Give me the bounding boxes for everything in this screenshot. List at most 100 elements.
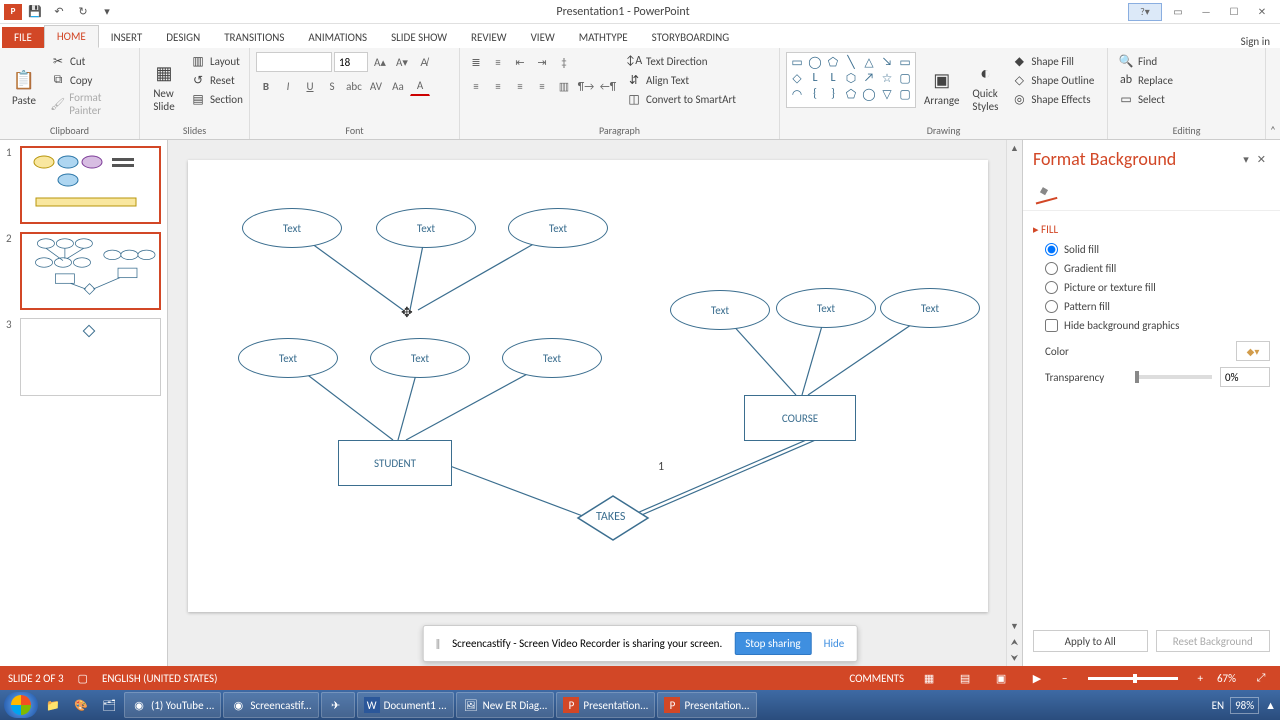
justify-button[interactable]: ≡ xyxy=(532,76,552,96)
font-color-button[interactable]: A xyxy=(410,76,430,96)
attr-oval[interactable]: Text xyxy=(376,208,476,248)
thumbnail-1[interactable] xyxy=(20,146,161,224)
tab-review[interactable]: REVIEW xyxy=(459,27,519,48)
attr-oval[interactable]: Text xyxy=(776,288,876,328)
comments-button[interactable]: COMMENTS xyxy=(849,672,904,685)
rtl-button[interactable]: ←¶ xyxy=(598,76,618,96)
maximize-icon[interactable]: ☐ xyxy=(1222,3,1246,21)
section-button[interactable]: ▤Section xyxy=(186,90,247,108)
tab-storyboarding[interactable]: STORYBOARDING xyxy=(640,27,742,48)
cut-button[interactable]: ✂Cut xyxy=(46,52,133,70)
solid-fill-radio[interactable]: Solid fill xyxy=(1033,240,1270,259)
tab-mathtype[interactable]: MathType xyxy=(567,27,640,48)
attr-oval[interactable]: Text xyxy=(880,288,980,328)
explorer-pinned-icon[interactable]: 📁 xyxy=(40,692,66,718)
hide-banner-button[interactable]: Hide xyxy=(824,637,845,650)
shape-fill-button[interactable]: ◆Shape Fill xyxy=(1007,52,1098,70)
zoom-percent[interactable]: 67% xyxy=(1217,672,1236,685)
pattern-fill-radio[interactable]: Pattern fill xyxy=(1033,297,1270,316)
new-slide-button[interactable]: ▦New Slide xyxy=(146,52,182,122)
zoom-out-icon[interactable]: − xyxy=(1062,672,1067,685)
pane-dropdown-icon[interactable]: ▾ xyxy=(1239,153,1253,166)
convert-smartart-button[interactable]: ◫Convert to SmartArt xyxy=(622,90,740,108)
transparency-spinbox[interactable]: 0% xyxy=(1220,367,1270,387)
attr-oval[interactable]: Text xyxy=(508,208,608,248)
taskbar-word[interactable]: WDocument1 ... xyxy=(357,692,454,718)
undo-icon[interactable]: ↶ xyxy=(48,2,70,22)
help-icon[interactable]: ?▾ xyxy=(1128,3,1162,21)
folder-pinned-icon[interactable]: 🗂 xyxy=(96,692,122,718)
minimize-icon[interactable]: — xyxy=(1194,3,1218,21)
copy-button[interactable]: ⧉Copy xyxy=(46,71,133,89)
replace-button[interactable]: abReplace xyxy=(1114,71,1177,89)
taskbar-telegram[interactable]: ✈ xyxy=(321,692,355,718)
signin-link[interactable]: Sign in xyxy=(1241,35,1280,48)
bullets-button[interactable]: ≣ xyxy=(466,52,486,72)
tab-home[interactable]: HOME xyxy=(44,25,99,48)
fill-section-header[interactable]: ▸ FILL xyxy=(1033,219,1270,240)
tab-view[interactable]: VIEW xyxy=(519,27,567,48)
thumbnail-2[interactable] xyxy=(20,232,161,310)
close-icon[interactable]: ✕ xyxy=(1250,3,1274,21)
color-picker-button[interactable]: ◆▾ xyxy=(1236,341,1270,361)
taskbar-ppt-1[interactable]: PPresentation... xyxy=(556,692,655,718)
tab-design[interactable]: DESIGN xyxy=(154,27,212,48)
columns-button[interactable]: ▥ xyxy=(554,76,574,96)
ltr-button[interactable]: ¶→ xyxy=(576,76,596,96)
arrange-button[interactable]: ▣Arrange xyxy=(920,52,963,122)
paste-button[interactable]: 📋 Paste xyxy=(6,52,42,122)
dec-indent-button[interactable]: ⇤ xyxy=(510,52,530,72)
slideshow-view-icon[interactable]: ▶ xyxy=(1026,669,1048,687)
taskbar-chrome-1[interactable]: ◉(1) YouTube ... xyxy=(124,692,221,718)
tab-slideshow[interactable]: SLIDE SHOW xyxy=(379,27,459,48)
shapes-gallery[interactable]: ▭◯⬠╲△↘▭ ◇LL⬡↗☆▢ ◠{}⬠◯▽▢ xyxy=(786,52,916,108)
attr-oval[interactable]: Text xyxy=(370,338,470,378)
font-size-combo[interactable] xyxy=(334,52,368,72)
align-center-button[interactable]: ≡ xyxy=(488,76,508,96)
align-left-button[interactable]: ≡ xyxy=(466,76,486,96)
inc-indent-button[interactable]: ⇥ xyxy=(532,52,552,72)
reset-background-button[interactable]: Reset Background xyxy=(1156,630,1271,652)
start-from-beginning-icon[interactable]: ▾ xyxy=(96,2,118,22)
format-painter-button[interactable]: 🖌Format Painter xyxy=(46,90,133,118)
normal-view-icon[interactable]: ▦ xyxy=(918,669,940,687)
battery-icon[interactable]: 98% xyxy=(1230,697,1259,714)
clear-formatting-button[interactable]: A̸ xyxy=(414,52,434,72)
scroll-up-icon[interactable]: ▲ xyxy=(1007,140,1022,156)
zoom-in-icon[interactable]: + xyxy=(1198,672,1203,685)
strike-button[interactable]: S xyxy=(322,76,342,96)
align-text-button[interactable]: ⇵Align Text xyxy=(622,71,740,89)
scroll-down-icon[interactable]: ▼ xyxy=(1007,618,1022,634)
shape-effects-button[interactable]: ◎Shape Effects xyxy=(1007,90,1098,108)
vertical-scrollbar[interactable]: ▲ ▼ ⮝ ⮟ xyxy=(1006,140,1022,666)
select-button[interactable]: ▭Select xyxy=(1114,90,1177,108)
attr-oval[interactable]: Text xyxy=(670,290,770,330)
taskbar-ppt-2[interactable]: PPresentation... xyxy=(657,692,756,718)
tray-expand-icon[interactable]: ▲ xyxy=(1265,699,1276,712)
taskbar-chrome-2[interactable]: ◉Screencastif... xyxy=(223,692,318,718)
attr-oval[interactable]: Text xyxy=(238,338,338,378)
shrink-font-button[interactable]: A▾ xyxy=(392,52,412,72)
reading-view-icon[interactable]: ▣ xyxy=(990,669,1012,687)
thumbnail-3[interactable] xyxy=(20,318,161,396)
change-case-button[interactable]: Aa xyxy=(388,76,408,96)
tab-file[interactable]: FILE xyxy=(2,27,44,48)
save-icon[interactable]: 💾 xyxy=(24,2,46,22)
italic-button[interactable]: I xyxy=(278,76,298,96)
text-direction-button[interactable]: ↕AText Direction xyxy=(622,52,740,70)
pane-close-icon[interactable]: ✕ xyxy=(1253,153,1270,166)
font-family-combo[interactable] xyxy=(256,52,332,72)
attr-oval[interactable]: Text xyxy=(242,208,342,248)
entity-course[interactable]: COURSE xyxy=(744,395,856,441)
shape-outline-button[interactable]: ◇Shape Outline xyxy=(1007,71,1098,89)
align-right-button[interactable]: ≡ xyxy=(510,76,530,96)
redo-icon[interactable]: ↻ xyxy=(72,2,94,22)
gradient-fill-radio[interactable]: Gradient fill xyxy=(1033,259,1270,278)
fit-to-window-icon[interactable]: ⤢ xyxy=(1250,669,1272,687)
tab-insert[interactable]: INSERT xyxy=(99,27,155,48)
zoom-slider[interactable] xyxy=(1088,677,1178,680)
sorter-view-icon[interactable]: ▤ xyxy=(954,669,976,687)
apply-to-all-button[interactable]: Apply to All xyxy=(1033,630,1148,652)
numbering-button[interactable]: ≡ xyxy=(488,52,508,72)
underline-button[interactable]: U xyxy=(300,76,320,96)
